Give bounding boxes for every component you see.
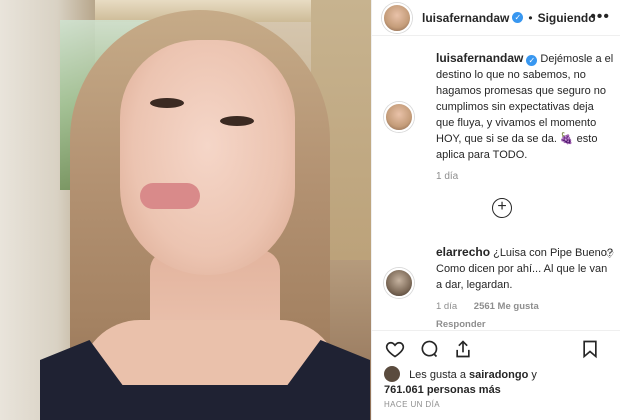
post-side-panel: luisafernandaw ✓ • Siguiendo ••• luisafe… [371,0,620,420]
post-photo[interactable] [0,0,371,420]
author-avatar[interactable] [382,2,412,33]
post-timestamp[interactable]: Hace un día [384,400,440,409]
comment-meta: 1 día 2561 Me gusta [436,299,614,315]
post-caption: luisafernandaw ✓ Dejémosle a el destino l… [384,50,614,185]
likes-summary: Les gusta a sairadongo y 761.061 persona… [384,366,614,398]
comment-timestamp[interactable]: 1 día [436,301,457,312]
caption-text: Dejémosle a el destino lo que no sabemos… [436,53,614,161]
bookmark-icon[interactable] [577,338,603,360]
caption-timestamp[interactable]: 1 día [436,169,614,185]
comment-likes-count[interactable]: 2561 Me gusta [474,301,539,312]
share-icon[interactable] [450,338,476,360]
caption-author-avatar[interactable] [384,102,414,132]
following-button[interactable]: Siguiendo [538,11,596,25]
likes-count[interactable]: 761.061 personas más [384,384,501,396]
commenter-avatar[interactable] [384,268,414,298]
comment-item: elarrecho ¿Luisa con Pipe Bueno? Como di… [384,244,614,333]
post-actions-bar [372,330,620,366]
photo-face [120,40,295,275]
photo-eye-left [150,98,184,108]
photo-lips [140,183,200,209]
commenter-username[interactable]: elarrecho [436,245,490,259]
post-header: luisafernandaw ✓ • Siguiendo ••• [372,0,620,36]
heart-icon[interactable] [382,338,408,360]
caption-author-username[interactable]: luisafernandaw [436,51,523,65]
liker-avatar[interactable] [384,366,400,382]
photo-eye-right [220,116,254,126]
verified-icon: ✓ [526,55,538,66]
author-username[interactable]: luisafernandaw [422,11,509,25]
comment-icon[interactable] [416,338,442,360]
header-separator: • [528,10,533,25]
likes-prefix: Les gusta a [409,369,466,381]
liker-username[interactable]: sairadongo [469,369,528,381]
more-options-icon[interactable]: ••• [590,8,610,26]
likes-connector: y [531,369,537,381]
verified-icon: ✓ [512,12,524,23]
comment-like-heart-icon[interactable]: ♡ [605,250,614,261]
load-more-comments-icon[interactable]: + [492,198,512,218]
